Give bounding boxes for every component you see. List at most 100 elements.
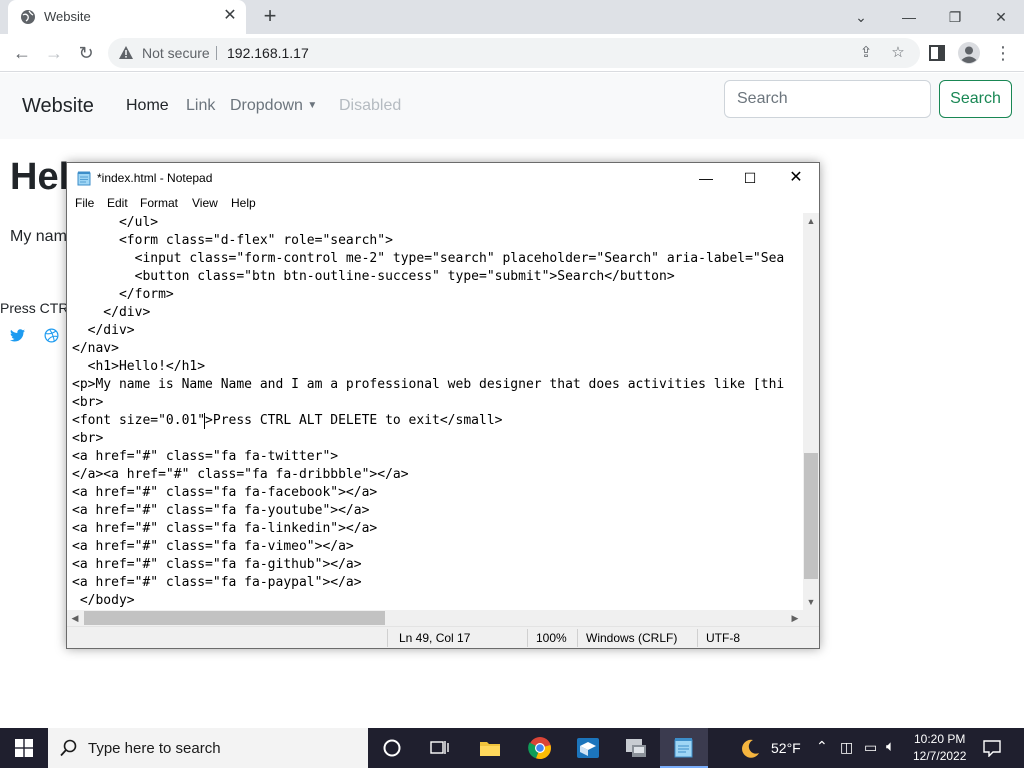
address-bar[interactable]: Not secure 192.168.1.17 ⇪ ☆ [108,38,920,68]
file-explorer-icon[interactable] [466,728,514,768]
address-url[interactable]: 192.168.1.17 [227,45,309,61]
site-search-button[interactable]: Search [939,80,1012,118]
task-view-icon[interactable] [416,728,464,768]
warning-triangle-icon [119,46,133,59]
windows-logo-icon [15,739,33,757]
small-text: Press CTRL [0,300,77,316]
clock-time[interactable]: 10:20 PM [914,732,965,746]
code-line: <input class="form-control me-2" type="s… [72,251,785,266]
tab-close-icon[interactable]: ✕ [220,6,240,26]
scroll-left-icon[interactable]: ◀ [67,610,83,626]
security-label[interactable]: Not secure [142,45,210,61]
status-divider [577,629,578,647]
menu-file[interactable]: File [75,196,94,210]
code-line: <a href="#" class="fa fa-facebook"></a> [72,485,378,500]
site-brand[interactable]: Website [22,95,94,118]
meet-now-icon[interactable]: ◫ [840,739,853,756]
notepad-minimize-button[interactable]: — [683,163,729,193]
code-line: <p>My name is Name Name and I am a profe… [72,377,785,392]
taskbar-search-box[interactable]: Type here to search [48,728,368,768]
notepad-menubar: File Edit Format View Help [67,193,819,213]
menu-view[interactable]: View [192,196,218,210]
code-line: <h1>Hello!</h1> [72,359,206,374]
scroll-down-icon[interactable]: ▼ [803,594,819,610]
minimize-button[interactable]: — [886,4,932,30]
weather-temperature[interactable]: 52°F [771,740,801,756]
nav-link-disabled: Disabled [339,97,402,114]
tray-expand-icon[interactable]: ⌃ [816,738,828,755]
scroll-right-icon[interactable]: ▶ [787,610,803,626]
network-icon[interactable]: ▭ [864,739,877,756]
cortana-icon[interactable] [368,728,416,768]
code-line: </div> [72,305,151,320]
nav-link-link[interactable]: Link [186,97,215,115]
code-line: </form> [72,287,174,302]
chrome-icon[interactable] [516,728,564,768]
code-line: <a href="#" class="fa fa-youtube"></a> [72,503,370,518]
vertical-scroll-thumb[interactable] [804,453,818,579]
site-search-input[interactable]: Search [724,80,931,118]
nav-link-home[interactable]: Home [126,97,169,115]
vm-icon[interactable] [612,728,660,768]
scroll-corner [803,610,819,626]
nav-link-dropdown[interactable]: Dropdown ▼ [230,97,317,115]
horizontal-scrollbar[interactable]: ◀ ▶ [67,610,803,626]
profile-avatar[interactable] [956,40,982,66]
menu-edit[interactable]: Edit [107,196,128,210]
clock-date[interactable]: 12/7/2022 [913,749,966,763]
vertical-scrollbar[interactable]: ▲ ▼ [803,213,819,610]
side-panel-icon[interactable] [924,40,950,66]
tab-website[interactable]: Website ✕ [8,0,246,34]
chrome-menu-icon[interactable]: ⋮ [990,40,1016,66]
code-line: <a href="#" class="fa fa-paypal"></a> [72,575,362,590]
menu-help[interactable]: Help [231,196,256,210]
code-line: <button class="btn btn-outline-success" … [72,269,675,284]
notifications-icon[interactable] [983,739,1001,757]
restore-button[interactable]: ❐ [932,4,978,30]
code-line: <form class="d-flex" role="search"> [72,233,393,248]
volume-muted-icon[interactable]: 🔈︎ [886,738,895,755]
globe-icon [21,10,35,24]
notepad-editor[interactable]: </ul> <form class="d-flex" role="search"… [67,213,803,610]
code-line: <a href="#" class="fa fa-twitter"> [72,449,339,464]
twitter-icon[interactable] [10,329,25,342]
virtualbox-icon[interactable] [564,728,612,768]
start-button[interactable] [0,728,48,768]
intro-paragraph: My nam [10,228,67,245]
notepad-close-button[interactable]: ✕ [773,163,819,193]
encoding: UTF-8 [706,631,740,645]
forward-arrow-icon[interactable]: → [41,40,67,66]
zoom-level: 100% [536,631,567,645]
taskbar-search-placeholder: Type here to search [88,740,221,757]
page-heading: Hel [10,156,70,198]
code-line: <br> [72,395,104,410]
moon-icon[interactable] [739,738,761,760]
notepad-window: *index.html - Notepad — ☐ ✕ File Edit Fo… [66,162,820,649]
site-navbar: Website Home Link Dropdown ▼ Disabled Se… [0,73,1024,139]
code-line: <font size="0.01">Press CTRL ALT DELETE … [72,413,503,428]
reload-icon[interactable]: ↻ [73,40,99,66]
notepad-taskbar-button[interactable] [660,728,708,768]
scroll-up-icon[interactable]: ▲ [803,213,819,229]
notepad-titlebar[interactable]: *index.html - Notepad — ☐ ✕ [67,163,819,193]
share-icon[interactable]: ⇪ [856,43,876,63]
menu-format[interactable]: Format [140,196,178,210]
taskbar: Type here to search 52°F ⌃ ◫ ▭ 🔈︎ 10:20 … [0,728,1024,768]
new-tab-button[interactable]: + [258,5,282,29]
back-arrow-icon[interactable]: ← [9,40,35,66]
horizontal-scroll-thumb[interactable] [84,611,385,625]
code-line: <a href="#" class="fa fa-linkedin"></a> [72,521,378,536]
notepad-statusbar: Ln 49, Col 17 100% Windows (CRLF) UTF-8 [67,626,819,648]
tab-strip: Website ✕ + ⌄ — ❐ ✕ [0,0,1024,34]
code-line: </ul> [72,215,159,230]
code-line: <br> [72,431,104,446]
status-divider [387,629,388,647]
code-line: </body> [72,593,135,608]
notepad-icon [77,171,91,186]
caret-down-icon: ▼ [307,100,318,111]
notepad-maximize-button[interactable]: ☐ [727,163,773,193]
close-window-button[interactable]: ✕ [978,4,1024,30]
bookmark-star-icon[interactable]: ☆ [888,43,908,63]
tab-search-chevron-icon[interactable]: ⌄ [838,4,884,30]
dribbble-icon[interactable] [44,328,59,343]
